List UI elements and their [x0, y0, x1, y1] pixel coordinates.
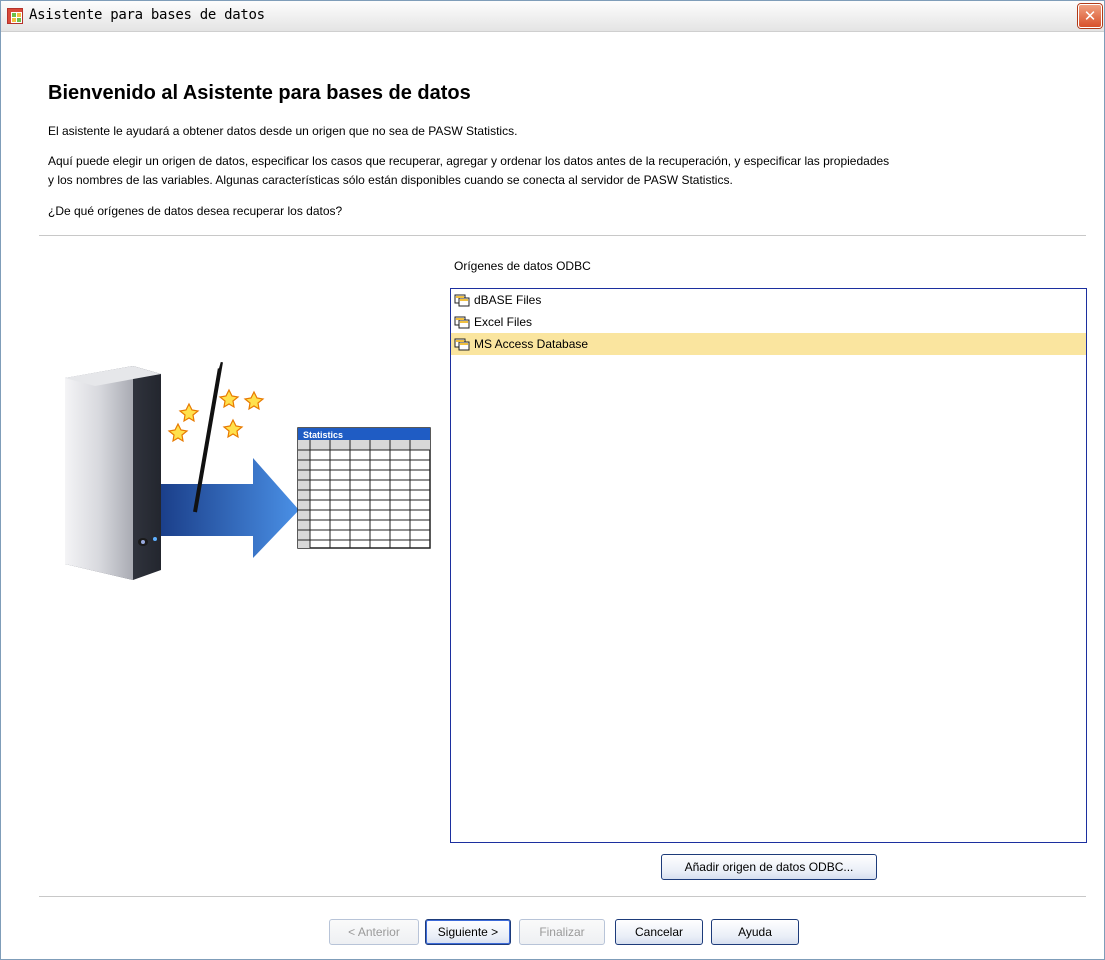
database-source-icon	[454, 294, 470, 307]
odbc-sources-label: Orígenes de datos ODBC	[454, 259, 591, 273]
wizard-illustration: Statistics	[65, 353, 431, 580]
question-text: ¿De qué orígenes de datos desea recupera…	[48, 204, 343, 218]
list-item-selected[interactable]: MS Access Database	[451, 333, 1086, 355]
add-odbc-source-button[interactable]: Añadir origen de datos ODBC...	[661, 854, 877, 880]
next-button[interactable]: Siguiente >	[425, 919, 511, 945]
list-item[interactable]: dBASE Files	[451, 289, 1086, 311]
back-button[interactable]: < Anterior	[329, 919, 419, 945]
close-button[interactable]: ✕	[1078, 4, 1102, 28]
intro-text: El asistente le ayudará a obtener datos …	[48, 124, 518, 138]
server-icon	[65, 366, 161, 580]
cancel-button[interactable]: Cancelar	[615, 919, 703, 945]
dialog-window: Asistente para bases de datos ✕ Bienveni…	[0, 0, 1105, 960]
bottom-divider	[39, 896, 1086, 898]
list-item-label: MS Access Database	[474, 337, 589, 351]
odbc-sources-list[interactable]: dBASE Files Excel Files MS Access Databa…	[450, 288, 1087, 843]
list-item[interactable]: Excel Files	[451, 311, 1086, 333]
help-button[interactable]: Ayuda	[711, 919, 799, 945]
title-bar[interactable]: Asistente para bases de datos ✕	[1, 1, 1104, 32]
statistics-table-header: Statistics	[303, 430, 343, 440]
description-line-2: y los nombres de las variables. Algunas …	[48, 173, 733, 187]
database-source-icon	[454, 316, 470, 329]
arrow-icon	[161, 458, 299, 558]
window-title: Asistente para bases de datos	[29, 7, 265, 23]
description-line-1: Aquí puede elegir un origen de datos, es…	[48, 154, 890, 168]
list-item-label: Excel Files	[474, 315, 533, 329]
finish-button[interactable]: Finalizar	[519, 919, 605, 945]
spreadsheet-app-icon	[7, 8, 23, 24]
wizard-content: Bienvenido al Asistente para bases de da…	[1, 32, 1104, 959]
database-source-icon	[454, 338, 470, 351]
page-title: Bienvenido al Asistente para bases de da…	[48, 82, 471, 104]
list-item-label: dBASE Files	[474, 293, 542, 307]
statistics-table-icon: Statistics	[297, 427, 431, 549]
close-icon: ✕	[1083, 6, 1097, 25]
top-divider	[39, 235, 1086, 237]
